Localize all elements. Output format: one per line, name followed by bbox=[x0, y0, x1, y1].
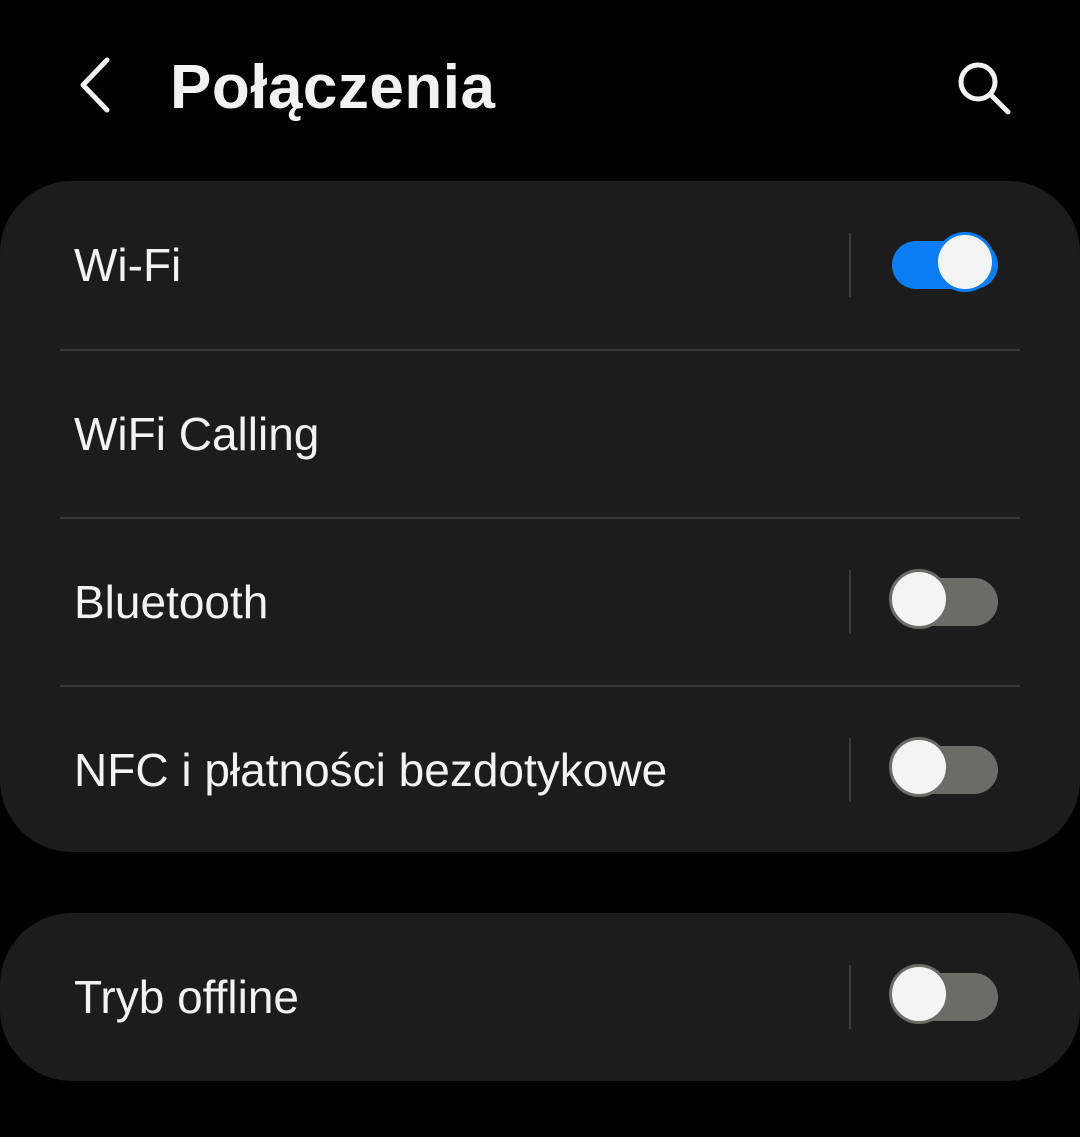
app-header: Połączenia bbox=[0, 0, 1080, 180]
row-separator bbox=[849, 570, 851, 634]
page-title: Połączenia bbox=[170, 53, 496, 122]
wifi-row[interactable]: Wi-Fi bbox=[0, 181, 1080, 349]
nfc-row[interactable]: NFC i płatności bezdotykowe bbox=[0, 686, 1080, 854]
offline-mode-toggle[interactable] bbox=[888, 963, 1000, 1031]
bluetooth-label: Bluetooth bbox=[74, 576, 269, 628]
chevron-left-icon bbox=[80, 57, 110, 113]
toggle-knob bbox=[889, 569, 949, 629]
toggle-knob bbox=[889, 964, 949, 1024]
wifi-calling-row[interactable]: WiFi Calling bbox=[0, 350, 1080, 518]
connections-card: Wi-Fi WiFi Calling Bluetooth NFC i płatn… bbox=[0, 181, 1080, 852]
bluetooth-row[interactable]: Bluetooth bbox=[0, 518, 1080, 686]
bluetooth-toggle[interactable] bbox=[888, 568, 1000, 636]
offline-mode-label: Tryb offline bbox=[74, 971, 299, 1023]
search-icon bbox=[958, 62, 1011, 115]
wifi-label: Wi-Fi bbox=[74, 239, 182, 291]
back-button[interactable] bbox=[60, 50, 130, 120]
toggle-knob bbox=[935, 232, 995, 292]
row-separator bbox=[849, 965, 851, 1029]
wifi-toggle[interactable] bbox=[888, 231, 1000, 299]
offline-mode-row[interactable]: Tryb offline bbox=[0, 913, 1080, 1081]
wifi-calling-label: WiFi Calling bbox=[74, 408, 320, 460]
nfc-label: NFC i płatności bezdotykowe bbox=[74, 744, 668, 796]
row-separator bbox=[849, 233, 851, 297]
toggle-knob bbox=[889, 737, 949, 797]
row-separator bbox=[849, 738, 851, 802]
nfc-toggle[interactable] bbox=[888, 736, 1000, 804]
search-button[interactable] bbox=[948, 52, 1020, 124]
offline-card: Tryb offline bbox=[0, 913, 1080, 1081]
